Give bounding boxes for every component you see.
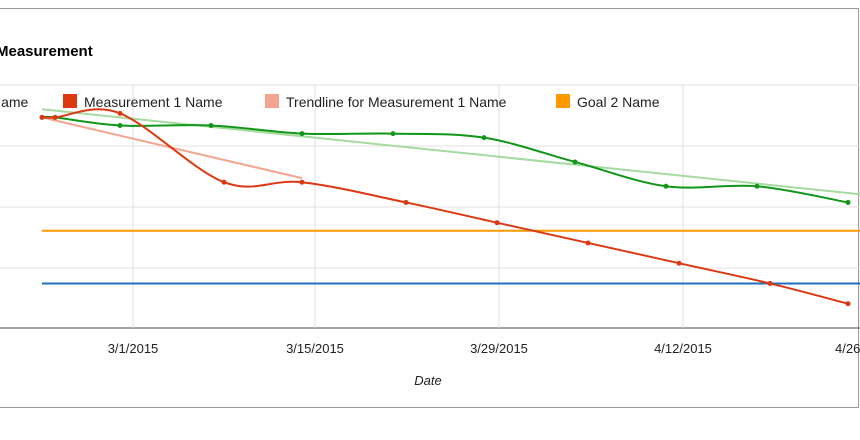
data-point[interactable] <box>585 240 591 246</box>
series-line-1 <box>41 115 849 204</box>
data-point[interactable] <box>390 131 396 137</box>
data-point[interactable] <box>39 114 45 120</box>
data-point[interactable] <box>494 220 500 226</box>
data-point[interactable] <box>117 123 123 128</box>
data-point[interactable] <box>572 159 578 165</box>
grid-layer <box>0 84 860 329</box>
data-point[interactable] <box>403 199 409 205</box>
legend-label[interactable]: Goal 2 Name <box>577 94 660 110</box>
data-point[interactable] <box>481 135 487 141</box>
series-line-3 <box>41 108 860 196</box>
data-point[interactable] <box>117 110 123 116</box>
legend-swatch <box>556 94 570 108</box>
x-axis-ticks: 3/1/2015 3/15/2015 3/29/2015 4/12/2015 4/26 <box>108 341 860 356</box>
legend: Name Measurement 1 Name Trendline for Meas… <box>0 94 660 110</box>
data-point[interactable] <box>52 114 58 120</box>
data-point[interactable] <box>208 123 214 128</box>
legend-label[interactable]: Name <box>0 94 29 110</box>
series-layer <box>39 108 860 307</box>
data-point[interactable] <box>676 260 682 266</box>
x-axis-title: Date <box>414 373 441 388</box>
data-point[interactable] <box>767 280 773 286</box>
chart-svg: Name Measurement 1 Name Trendline for Meas… <box>0 43 860 388</box>
x-tick-label: 4/12/2015 <box>654 341 712 356</box>
data-point[interactable] <box>299 131 305 137</box>
chart-title: Measurement <box>0 43 93 60</box>
x-tick-label: 4/26 <box>835 341 860 356</box>
legend-swatch <box>265 94 279 108</box>
data-point[interactable] <box>663 183 669 189</box>
data-point[interactable] <box>845 199 851 205</box>
legend-label[interactable]: Measurement 1 Name <box>84 94 223 110</box>
data-point[interactable] <box>845 301 851 307</box>
x-tick-label: 3/15/2015 <box>286 341 344 356</box>
legend-label[interactable]: Trendline for Measurement 1 Name <box>286 94 507 110</box>
data-point[interactable] <box>221 179 227 185</box>
legend-swatch <box>63 94 77 108</box>
x-tick-label: 3/29/2015 <box>470 341 528 356</box>
data-point[interactable] <box>299 179 305 185</box>
x-tick-label: 3/1/2015 <box>108 341 159 356</box>
data-point[interactable] <box>754 183 760 189</box>
